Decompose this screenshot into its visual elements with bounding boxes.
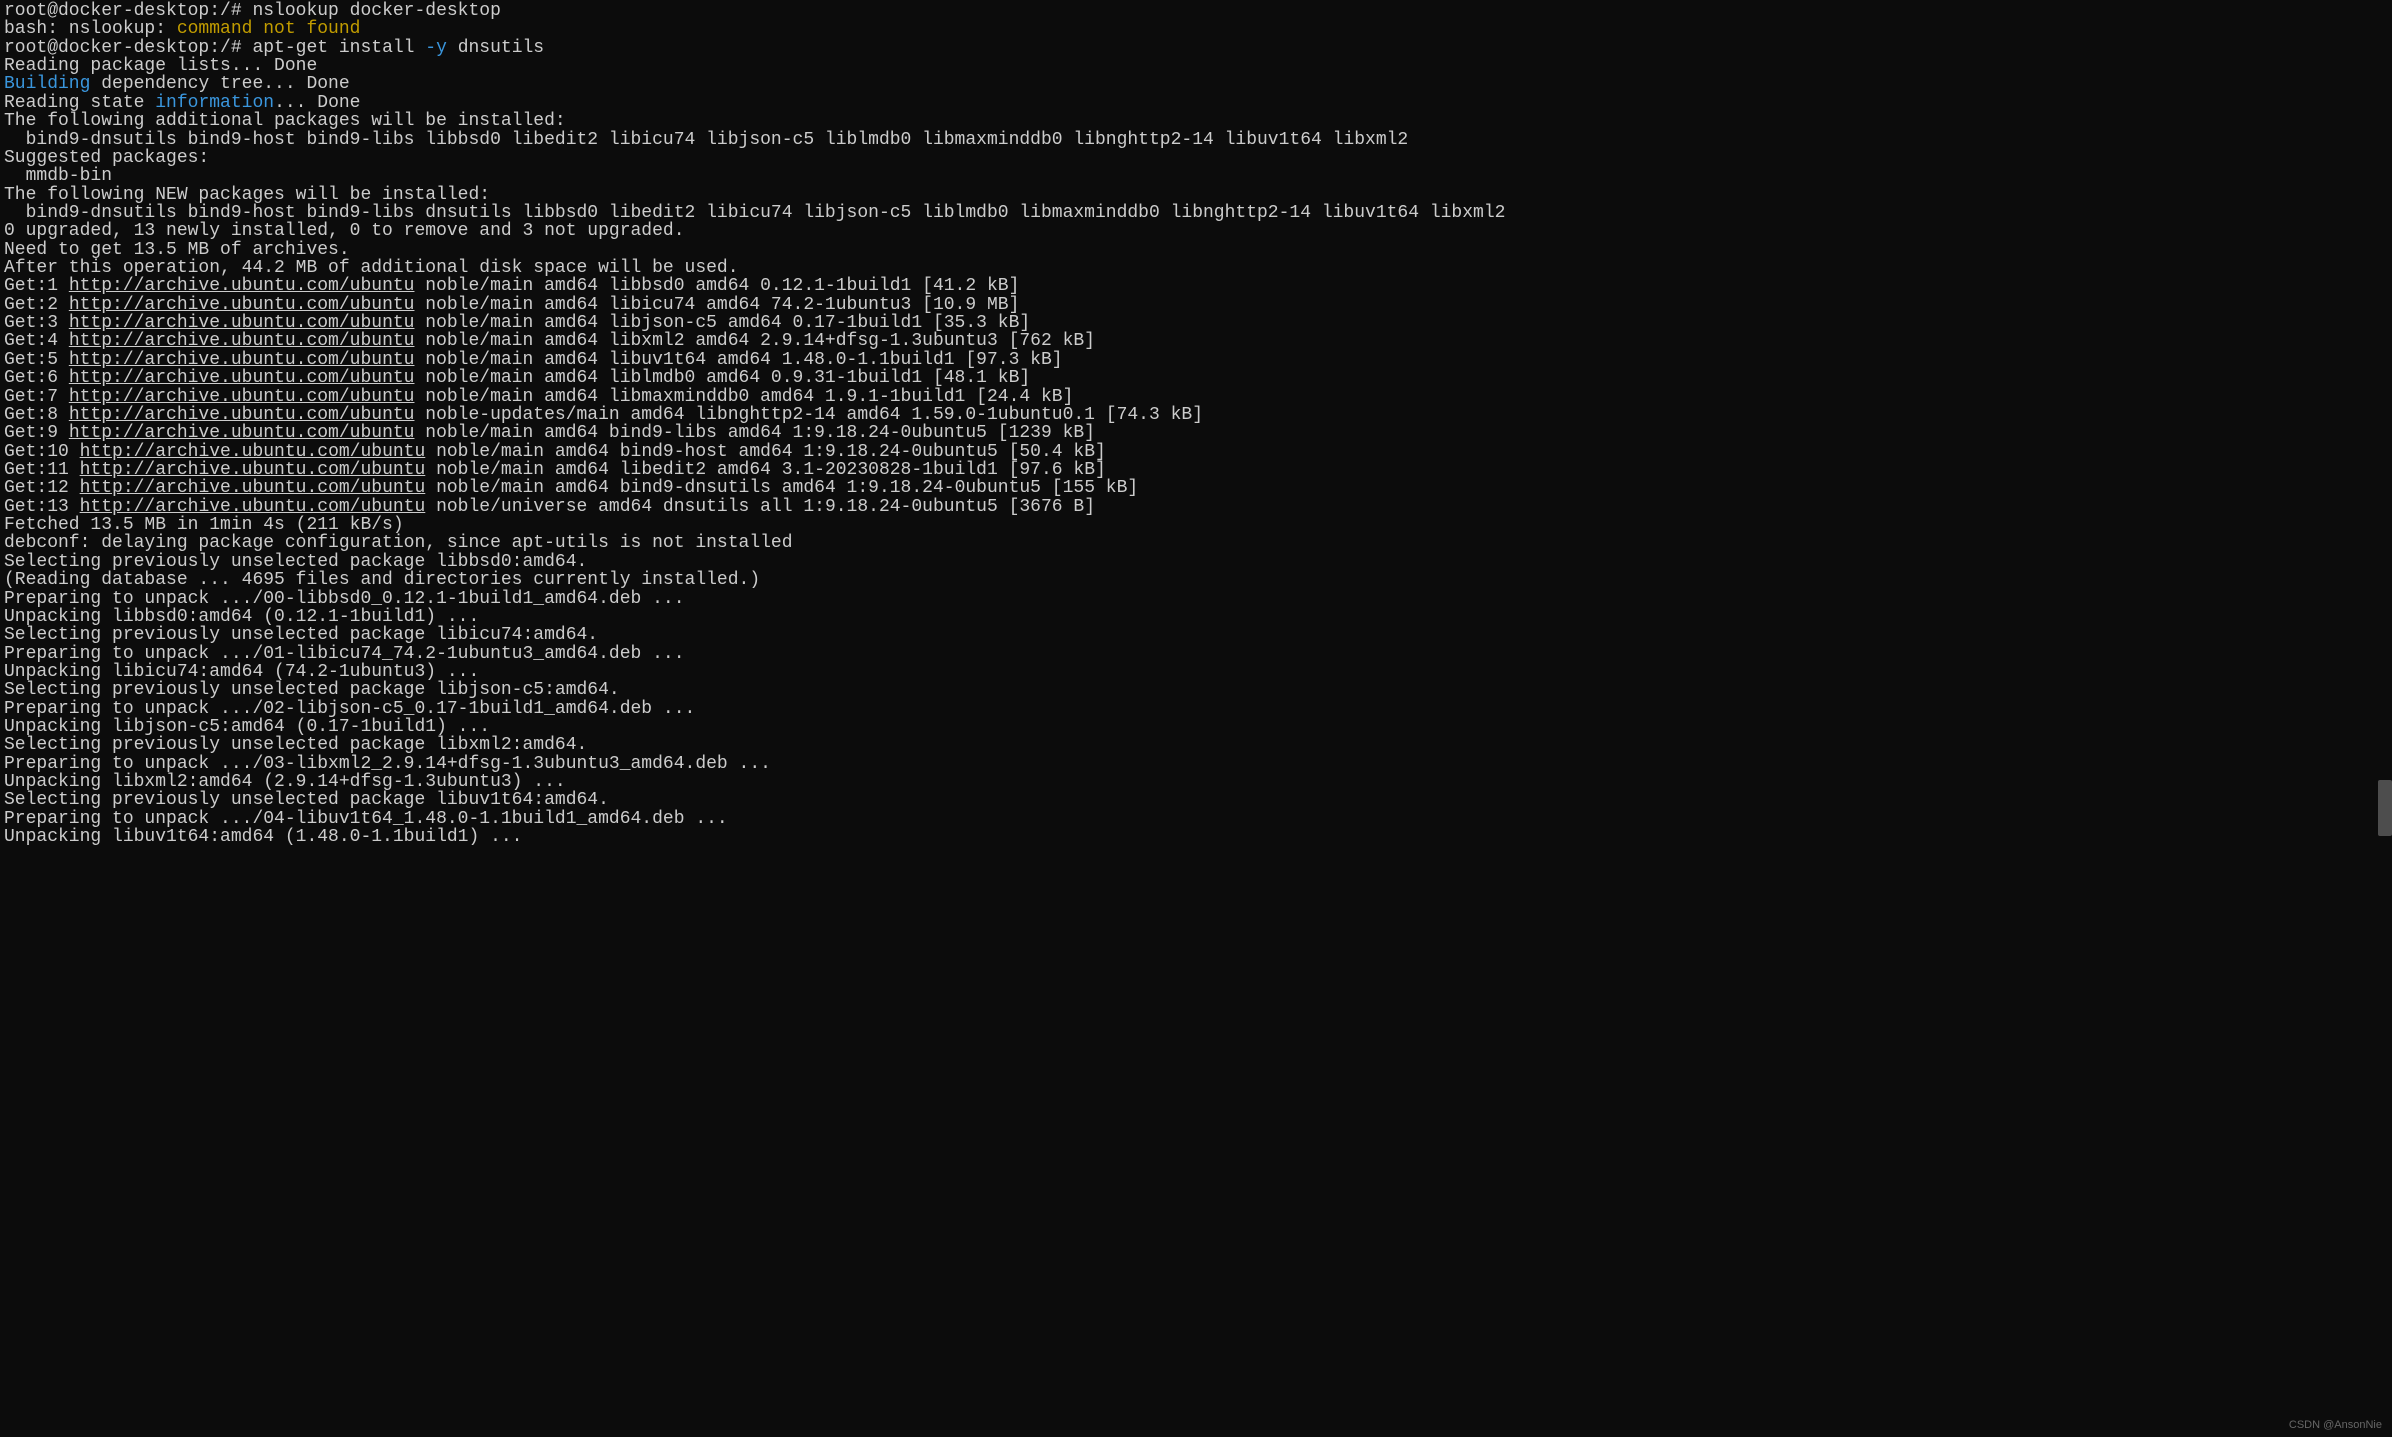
archive-url: http://archive.ubuntu.com/ubuntu: [80, 478, 426, 498]
output-line: Unpacking libicu74:amd64 (74.2-1ubuntu3)…: [4, 662, 479, 682]
output-line: Suggested packages:: [4, 148, 209, 168]
output-line: Unpacking libuv1t64:amd64 (1.48.0-1.1bui…: [4, 827, 522, 847]
output-line: Preparing to unpack .../04-libuv1t64_1.4…: [4, 809, 728, 829]
output-line: bind9-dnsutils bind9-host bind9-libs dns…: [4, 203, 1505, 223]
output-line: The following additional packages will b…: [4, 111, 566, 131]
download-line: Get:6 http://archive.ubuntu.com/ubuntu n…: [4, 368, 1030, 388]
archive-url: http://archive.ubuntu.com/ubuntu: [69, 295, 415, 315]
download-line: Get:7 http://archive.ubuntu.com/ubuntu n…: [4, 387, 1073, 407]
output-line: 0 upgraded, 13 newly installed, 0 to rem…: [4, 221, 685, 241]
output-line: Reading state information... Done: [4, 93, 360, 113]
shell-prompt: root@docker-desktop:/#: [4, 38, 242, 58]
archive-url: http://archive.ubuntu.com/ubuntu: [69, 276, 415, 296]
archive-url: http://archive.ubuntu.com/ubuntu: [69, 387, 415, 407]
shell-prompt: root@docker-desktop:/#: [4, 1, 242, 21]
download-line: Get:9 http://archive.ubuntu.com/ubuntu n…: [4, 423, 1095, 443]
output-line: After this operation, 44.2 MB of additio…: [4, 258, 739, 278]
output-line: Preparing to unpack .../02-libjson-c5_0.…: [4, 699, 695, 719]
error-line: bash: nslookup: command not found: [4, 19, 360, 39]
scrollbar-thumb[interactable]: [2378, 780, 2392, 836]
output-line: Reading package lists... Done: [4, 56, 317, 76]
archive-url: http://archive.ubuntu.com/ubuntu: [69, 313, 415, 333]
output-line: debconf: delaying package configuration,…: [4, 533, 793, 553]
output-line: Preparing to unpack .../03-libxml2_2.9.1…: [4, 754, 771, 774]
output-line: mmdb-bin: [4, 166, 112, 186]
output-line: Unpacking libjson-c5:amd64 (0.17-1build1…: [4, 717, 490, 737]
download-line: Get:2 http://archive.ubuntu.com/ubuntu n…: [4, 295, 1019, 315]
download-line: Get:13 http://archive.ubuntu.com/ubuntu …: [4, 497, 1095, 517]
archive-url: http://archive.ubuntu.com/ubuntu: [69, 405, 415, 425]
download-line: Get:4 http://archive.ubuntu.com/ubuntu n…: [4, 331, 1095, 351]
command-text: apt-get install -y dnsutils: [242, 38, 544, 58]
download-line: Get:8 http://archive.ubuntu.com/ubuntu n…: [4, 405, 1203, 425]
output-line: bind9-dnsutils bind9-host bind9-libs lib…: [4, 130, 1408, 150]
download-line: Get:11 http://archive.ubuntu.com/ubuntu …: [4, 460, 1106, 480]
output-line: Selecting previously unselected package …: [4, 735, 587, 755]
output-line: Selecting previously unselected package …: [4, 552, 587, 572]
output-line: Selecting previously unselected package …: [4, 680, 620, 700]
archive-url: http://archive.ubuntu.com/ubuntu: [80, 442, 426, 462]
output-line: Preparing to unpack .../00-libbsd0_0.12.…: [4, 589, 685, 609]
output-line: Fetched 13.5 MB in 1min 4s (211 kB/s): [4, 515, 404, 535]
archive-url: http://archive.ubuntu.com/ubuntu: [69, 350, 415, 370]
output-line: Building dependency tree... Done: [4, 74, 350, 94]
terminal-output[interactable]: root@docker-desktop:/# nslookup docker-d…: [0, 0, 2392, 849]
output-line: Selecting previously unselected package …: [4, 625, 598, 645]
output-line: Selecting previously unselected package …: [4, 790, 609, 810]
output-line: Unpacking libbsd0:amd64 (0.12.1-1build1)…: [4, 607, 479, 627]
archive-url: http://archive.ubuntu.com/ubuntu: [69, 423, 415, 443]
output-line: Unpacking libxml2:amd64 (2.9.14+dfsg-1.3…: [4, 772, 566, 792]
archive-url: http://archive.ubuntu.com/ubuntu: [69, 331, 415, 351]
archive-url: http://archive.ubuntu.com/ubuntu: [80, 460, 426, 480]
output-line: The following NEW packages will be insta…: [4, 185, 490, 205]
command-text: nslookup docker-desktop: [242, 1, 501, 21]
output-line: (Reading database ... 4695 files and dir…: [4, 570, 760, 590]
download-line: Get:1 http://archive.ubuntu.com/ubuntu n…: [4, 276, 1019, 296]
output-line: Need to get 13.5 MB of archives.: [4, 240, 350, 260]
download-line: Get:3 http://archive.ubuntu.com/ubuntu n…: [4, 313, 1030, 333]
error-message: command not found: [177, 19, 361, 39]
archive-url: http://archive.ubuntu.com/ubuntu: [80, 497, 426, 517]
download-line: Get:10 http://archive.ubuntu.com/ubuntu …: [4, 442, 1106, 462]
output-line: Preparing to unpack .../01-libicu74_74.2…: [4, 644, 685, 664]
download-line: Get:12 http://archive.ubuntu.com/ubuntu …: [4, 478, 1138, 498]
archive-url: http://archive.ubuntu.com/ubuntu: [69, 368, 415, 388]
watermark: CSDN @AnsonNie: [2289, 1420, 2382, 1431]
download-line: Get:5 http://archive.ubuntu.com/ubuntu n…: [4, 350, 1063, 370]
